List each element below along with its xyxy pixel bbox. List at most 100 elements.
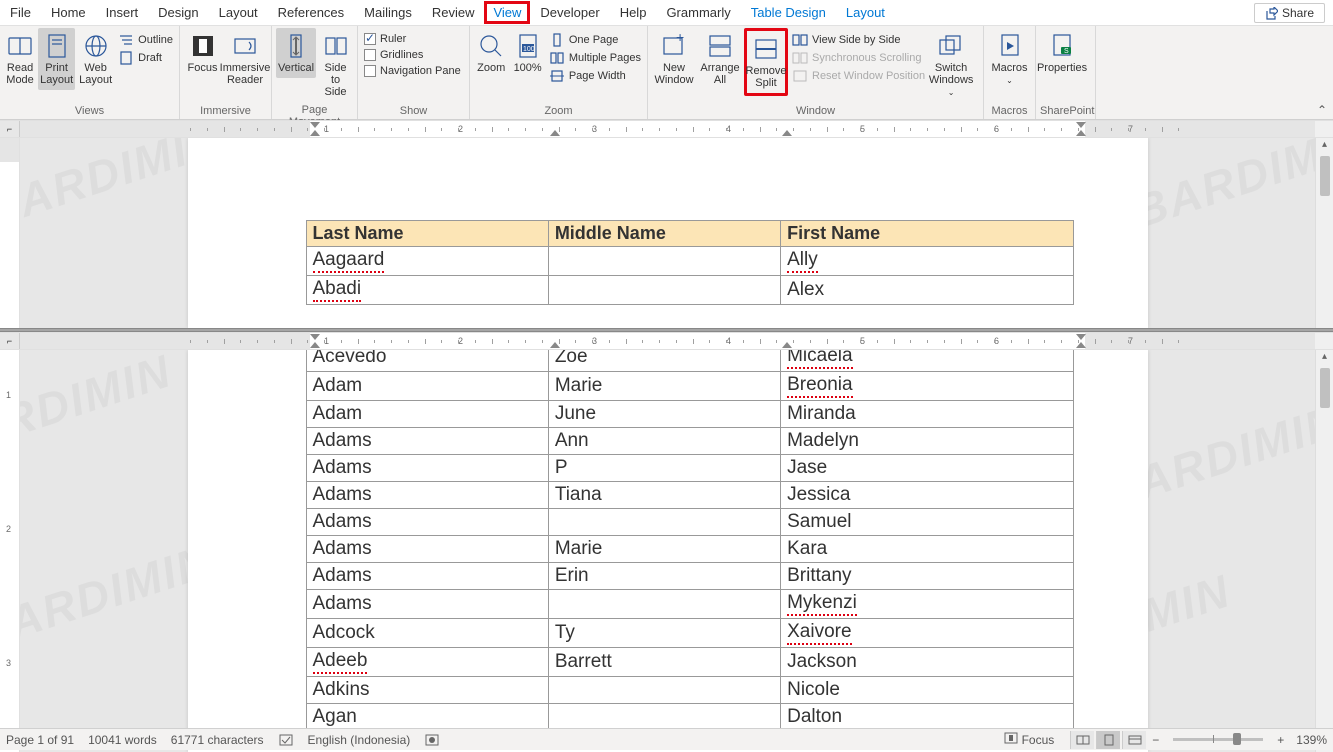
collapse-ribbon-button[interactable]: ⌃: [1317, 103, 1327, 117]
group-macros: Macros⌄ Macros: [984, 26, 1036, 119]
zoom-out-button[interactable]: −: [1152, 733, 1159, 747]
synchronous-scrolling-button[interactable]: Synchronous Scrolling: [790, 50, 927, 66]
zoom-slider[interactable]: [1173, 738, 1263, 741]
macros-button[interactable]: Macros⌄: [988, 28, 1031, 91]
print-layout-button[interactable]: Print Layout: [38, 28, 75, 90]
scroll-up-bottom[interactable]: ▴: [1317, 351, 1333, 367]
vertical-button[interactable]: Vertical: [276, 28, 316, 78]
scroll-thumb-top[interactable]: [1320, 156, 1330, 196]
menu-mailings[interactable]: Mailings: [354, 1, 422, 24]
zoom-level[interactable]: 139%: [1296, 733, 1327, 747]
read-mode-button[interactable]: Read Mode: [4, 28, 36, 90]
status-words[interactable]: 10041 words: [88, 733, 157, 747]
status-language[interactable]: English (Indonesia): [308, 733, 411, 747]
gridlines-checkbox[interactable]: Gridlines: [362, 48, 463, 62]
status-page[interactable]: Page 1 of 91: [6, 733, 74, 747]
switch-windows-button[interactable]: Switch Windows ⌄: [929, 28, 973, 103]
reset-window-position-button[interactable]: Reset Window Position: [790, 68, 927, 84]
ruler-checkbox[interactable]: Ruler: [362, 32, 463, 46]
menu-design[interactable]: Design: [148, 1, 208, 24]
table-row[interactable]: AdcockTyXaivore: [306, 619, 1073, 648]
table-row[interactable]: AdamsErinBrittany: [306, 563, 1073, 590]
ruler-corner[interactable]: ⌐: [0, 121, 20, 137]
share-button[interactable]: Share: [1254, 3, 1325, 23]
menu-home[interactable]: Home: [41, 1, 96, 24]
menu-help[interactable]: Help: [610, 1, 657, 24]
immersive-reader-button[interactable]: Immersive Reader: [223, 28, 267, 90]
table-row[interactable]: AdamsMarieKara: [306, 536, 1073, 563]
multiple-pages-button[interactable]: Multiple Pages: [547, 50, 643, 66]
table-row[interactable]: AdamsSamuel: [306, 509, 1073, 536]
scrollbar-top[interactable]: ▴: [1315, 138, 1333, 328]
menu-insert[interactable]: Insert: [96, 1, 149, 24]
table-header[interactable]: Last Name: [306, 221, 548, 247]
zoom-100-button[interactable]: 100 100%: [510, 28, 544, 78]
multiple-pages-icon: [549, 51, 565, 65]
menu-review[interactable]: Review: [422, 1, 485, 24]
view-side-by-side-button[interactable]: View Side by Side: [790, 32, 927, 48]
outline-button[interactable]: Outline: [116, 32, 175, 48]
table-row[interactable]: AagaardAlly: [306, 247, 1073, 276]
menu-grammarly[interactable]: Grammarly: [656, 1, 740, 24]
page-bottom[interactable]: AcevedoZoeMicaelaAdamMarieBreoniaAdamJun…: [188, 350, 1148, 752]
table-row[interactable]: AbadiAlex: [306, 276, 1073, 305]
page-top[interactable]: Last NameMiddle NameFirst NameAagaardAll…: [188, 138, 1148, 328]
document-table-bottom[interactable]: AcevedoZoeMicaelaAdamMarieBreoniaAdamJun…: [306, 350, 1074, 731]
view-print-layout[interactable]: [1096, 731, 1120, 749]
scroll-thumb-bottom[interactable]: [1320, 368, 1330, 408]
menu-table-design[interactable]: Table Design: [741, 1, 836, 24]
one-page-button[interactable]: One Page: [547, 32, 643, 48]
zoom-button[interactable]: Zoom: [474, 28, 508, 78]
menu-file[interactable]: File: [0, 1, 41, 24]
new-window-button[interactable]: + New Window: [652, 28, 696, 90]
table-row[interactable]: AcevedoZoeMicaela: [306, 350, 1073, 372]
ruler-vertical-bottom[interactable]: 123: [0, 350, 20, 752]
scrollbar-bottom[interactable]: ▴ ▾: [1315, 350, 1333, 752]
ruler-horizontal-top[interactable]: ⌐ 1234567: [0, 120, 1333, 138]
properties-button[interactable]: S Properties: [1040, 28, 1084, 78]
menu-layout-context[interactable]: Layout: [836, 1, 895, 24]
ruler-horizontal-bottom[interactable]: ⌐ 1234567: [0, 332, 1333, 350]
draft-button[interactable]: Draft: [116, 50, 175, 66]
remove-split-button[interactable]: Remove Split: [744, 28, 788, 96]
focus-icon: [189, 32, 217, 60]
arrange-all-button[interactable]: Arrange All: [698, 28, 742, 90]
arrange-all-icon: [706, 32, 734, 60]
group-zoom-label: Zoom: [474, 103, 643, 119]
table-row[interactable]: AdamsAnnMadelyn: [306, 428, 1073, 455]
side-to-side-button[interactable]: Side to Side: [318, 28, 353, 102]
new-window-icon: +: [660, 32, 688, 60]
table-row[interactable]: AdamsTianaJessica: [306, 482, 1073, 509]
status-spellcheck[interactable]: [278, 733, 294, 747]
group-sharepoint-label: SharePoint: [1040, 103, 1091, 119]
view-read-mode[interactable]: [1070, 731, 1094, 749]
document-table-top[interactable]: Last NameMiddle NameFirst NameAagaardAll…: [306, 220, 1074, 305]
status-focus[interactable]: Focus: [1004, 732, 1054, 747]
focus-button[interactable]: Focus: [184, 28, 221, 78]
table-row[interactable]: AdamsPJase: [306, 455, 1073, 482]
ruler-vertical-top[interactable]: [0, 138, 20, 328]
table-row[interactable]: AdamsMykenzi: [306, 590, 1073, 619]
table-row[interactable]: AdkinsNicole: [306, 677, 1073, 704]
ruler-corner-bottom[interactable]: ⌐: [0, 333, 20, 349]
table-header[interactable]: Middle Name: [548, 221, 780, 247]
table-row[interactable]: AdeebBarrettJackson: [306, 648, 1073, 677]
navigation-pane-checkbox[interactable]: Navigation Pane: [362, 64, 463, 78]
menu-layout[interactable]: Layout: [209, 1, 268, 24]
page-width-button[interactable]: Page Width: [547, 68, 643, 84]
zoom-in-button[interactable]: +: [1277, 733, 1284, 747]
web-layout-button[interactable]: Web Layout: [77, 28, 114, 90]
table-row[interactable]: AdamJuneMiranda: [306, 401, 1073, 428]
menu-references[interactable]: References: [268, 1, 354, 24]
table-row[interactable]: AganDalton: [306, 704, 1073, 731]
menu-view[interactable]: View: [484, 1, 530, 24]
scroll-up-top[interactable]: ▴: [1317, 139, 1333, 155]
status-chars[interactable]: 61771 characters: [171, 733, 264, 747]
menu-developer[interactable]: Developer: [530, 1, 609, 24]
status-macro[interactable]: [424, 733, 440, 747]
view-web-layout[interactable]: [1122, 731, 1146, 749]
zoom-slider-thumb[interactable]: [1233, 733, 1241, 745]
group-window-label: Window: [652, 103, 979, 119]
table-header[interactable]: First Name: [781, 221, 1073, 247]
table-row[interactable]: AdamMarieBreonia: [306, 372, 1073, 401]
